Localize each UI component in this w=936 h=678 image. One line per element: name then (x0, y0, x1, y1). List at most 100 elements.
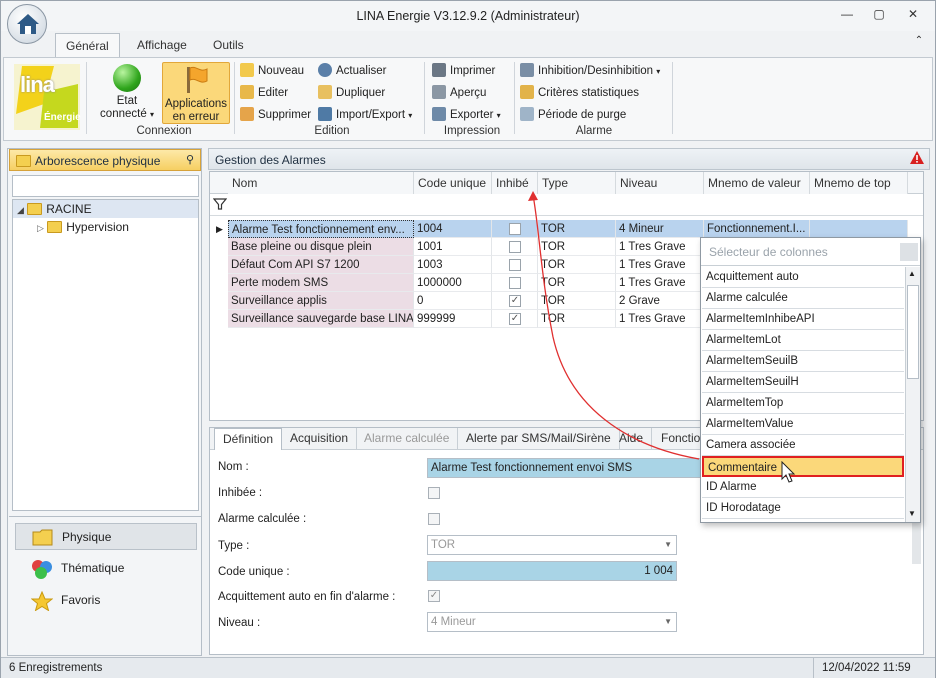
code-unique-input[interactable]: 1 004 (427, 561, 677, 581)
import-export-label: Import/Export (336, 109, 406, 121)
tab-affichage[interactable]: Affichage (127, 33, 197, 58)
inhibition-icon (520, 63, 534, 77)
inhibe-checkbox-checked[interactable]: ✓ (509, 313, 521, 325)
folder-icon (32, 528, 53, 546)
type-label: Type : (218, 540, 250, 552)
import-export-button[interactable]: Import/Export ▾ (318, 106, 412, 126)
tree-search-input[interactable] (12, 175, 199, 197)
inhibee-checkbox[interactable] (428, 487, 440, 499)
inhibe-checkbox-checked[interactable]: ✓ (509, 295, 521, 307)
column-item[interactable]: ID Horodatage (702, 498, 904, 519)
tab-alarme-calculee[interactable]: Alarme calculée (356, 428, 459, 450)
inhibee-label: Inhibée : (218, 487, 263, 499)
tree-item-racine[interactable]: ◢ RACINE (13, 200, 198, 218)
chevron-down-icon: ▼ (664, 617, 672, 626)
filter-icon[interactable] (212, 197, 228, 214)
column-item[interactable]: AlarmeItemSeuilH (702, 372, 904, 393)
connecte-label: connecté (100, 108, 147, 120)
nav-thematique[interactable]: Thématique (15, 555, 197, 582)
chooser-scrollbar[interactable]: ▲ ▼ (905, 267, 920, 522)
cell-code: 0 (414, 292, 492, 310)
tab-definition[interactable]: Définition (214, 428, 283, 450)
delete-icon (240, 107, 254, 121)
app-home-icon[interactable] (7, 4, 47, 44)
chooser-close-button[interactable] (900, 243, 918, 261)
tree-root-label: RACINE (46, 202, 92, 216)
tab-acquisition[interactable]: Acquisition (282, 428, 358, 450)
inhibition-label: Inhibition/Desinhibition (538, 65, 654, 77)
cell-code: 999999 (414, 310, 492, 328)
close-button[interactable]: ✕ (903, 7, 923, 23)
pin-icon[interactable]: ⚲ (186, 153, 194, 166)
col-mnemo-valeur[interactable]: Mnemo de valeur (704, 172, 810, 194)
star-icon (30, 590, 54, 612)
gestion-header: Gestion des Alarmes (208, 148, 930, 170)
etat-connecte-button[interactable]: Etat connecté ▾ (98, 62, 156, 124)
column-item[interactable]: AlarmeItemValue (702, 414, 904, 435)
editer-button[interactable]: Editer (240, 84, 288, 104)
exporter-button[interactable]: Exporter ▾ (432, 106, 501, 126)
ribbon-separator (672, 62, 673, 134)
column-item[interactable]: AlarmeItemTop (702, 393, 904, 414)
column-item[interactable]: Camera associée (702, 435, 904, 456)
inhibition-button[interactable]: Inhibition/Desinhibition ▾ (520, 62, 660, 82)
acquittement-checkbox[interactable]: ✓ (428, 590, 440, 602)
column-item[interactable]: Alarme calculée (702, 288, 904, 309)
status-green-icon (113, 64, 141, 92)
ribbon-separator (424, 62, 425, 134)
expanded-arrow-icon: ◢ (17, 205, 24, 215)
column-item[interactable]: AlarmeItemSeuilB (702, 351, 904, 372)
applications-en-erreur-button[interactable]: Applications en erreur (162, 62, 230, 124)
column-item[interactable]: ID Alarme (702, 477, 904, 498)
inhibe-checkbox[interactable] (509, 259, 521, 271)
lina-logo: lina Énergie (14, 64, 81, 130)
status-bar: 6 Enregistrements 12/04/2022 11:59 (1, 657, 935, 678)
inhibe-checkbox[interactable] (509, 223, 521, 235)
minimize-button[interactable]: — (837, 7, 857, 23)
dupliquer-button[interactable]: Dupliquer (318, 84, 385, 104)
column-item-commentaire[interactable]: Commentaire (702, 456, 904, 477)
window-title: LINA Energie V3.12.9.2 (Administrateur) (356, 9, 580, 23)
nav-favoris[interactable]: Favoris (15, 587, 197, 614)
scroll-down-icon[interactable]: ▼ (908, 509, 916, 518)
duplicate-icon (318, 85, 332, 99)
nav-physique[interactable]: Physique (15, 523, 197, 550)
maximize-button[interactable]: ▢ (869, 7, 889, 23)
tab-general[interactable]: Général (55, 33, 120, 59)
tree-item-hypervision[interactable]: ▷ Hypervision (37, 218, 129, 236)
criteres-button[interactable]: Critères statistiques (520, 84, 639, 104)
column-item[interactable]: Acquittement auto (702, 267, 904, 288)
type-select[interactable]: TOR ▼ (427, 535, 677, 555)
logo-text: lina (20, 72, 55, 97)
ribbon: lina Énergie Etat connecté ▾ Application… (3, 57, 933, 141)
col-nom[interactable]: Nom (228, 172, 414, 194)
edit-icon (240, 85, 254, 99)
niveau-select[interactable]: 4 Mineur ▼ (427, 612, 677, 632)
actualiser-button[interactable]: Actualiser (318, 62, 387, 82)
col-mnemo-top[interactable]: Mnemo de top (810, 172, 908, 194)
supprimer-label: Supprimer (258, 109, 312, 121)
tab-outils[interactable]: Outils (203, 33, 254, 58)
inhibe-checkbox[interactable] (509, 277, 521, 289)
periode-button[interactable]: Période de purge (520, 106, 626, 126)
column-item[interactable]: AlarmeItemInhibeAPI (702, 309, 904, 330)
periode-label: Période de purge (538, 109, 627, 121)
imprimer-label: Imprimer (450, 65, 496, 77)
column-item[interactable]: AlarmeItemLot (702, 330, 904, 351)
alarme-calculee-checkbox[interactable] (428, 513, 440, 525)
en-erreur-label: en erreur (172, 111, 220, 123)
apercu-button[interactable]: Aperçu (432, 84, 486, 104)
supprimer-button[interactable]: Supprimer (240, 106, 311, 126)
code-unique-label: Code unique : (218, 566, 290, 578)
nav-favoris-label: Favoris (61, 593, 101, 607)
arborescence-header: Arborescence physique ⚲ (9, 149, 201, 171)
cell-nom: Défaut Com API S7 1200 (228, 256, 414, 274)
inhibe-checkbox[interactable] (509, 241, 521, 253)
scroll-up-icon[interactable]: ▲ (908, 269, 916, 278)
nouveau-button[interactable]: Nouveau (240, 62, 304, 82)
collapse-ribbon-icon[interactable]: ⌃ (909, 35, 929, 51)
imprimer-button[interactable]: Imprimer (432, 62, 495, 82)
col-code-unique[interactable]: Code unique (414, 172, 492, 194)
logo-subtext: Énergie (44, 112, 81, 123)
scroll-thumb[interactable] (907, 285, 919, 379)
